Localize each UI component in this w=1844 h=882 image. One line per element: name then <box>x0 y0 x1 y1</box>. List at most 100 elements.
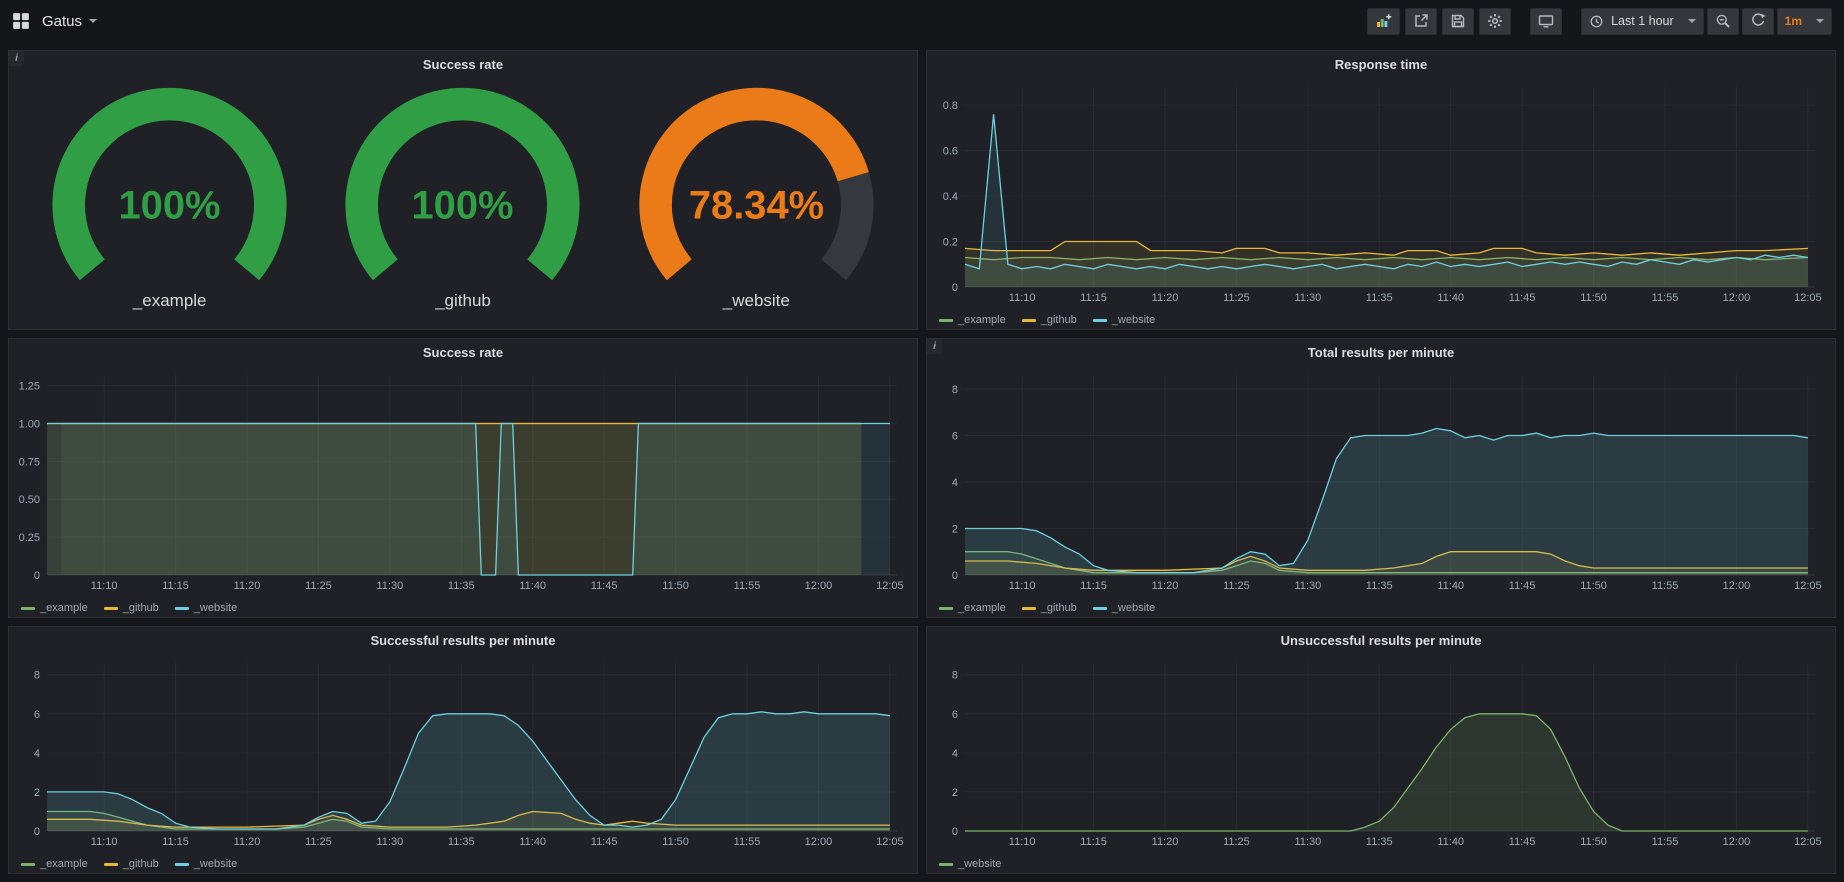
svg-text:0: 0 <box>952 570 958 582</box>
success-rate-gauges[interactable]: 100%_example100%_github78.34%_website <box>9 77 917 329</box>
series-line-_website <box>965 714 1808 831</box>
gauge-value: 78.34% <box>689 184 824 228</box>
success-rate-chart[interactable]: 11:1011:1511:2011:2511:3011:3511:4011:45… <box>9 365 917 600</box>
legend-item-_example[interactable]: _example <box>939 602 1006 614</box>
svg-text:11:25: 11:25 <box>305 836 332 848</box>
time-range-button[interactable]: Last 1 hour <box>1581 8 1704 35</box>
total-results-chart[interactable]: 11:1011:1511:2011:2511:3011:3511:4011:45… <box>927 365 1835 600</box>
legend-item-_github[interactable]: _github <box>1022 602 1077 614</box>
dashboard-title: Gatus <box>42 13 82 30</box>
legend-item-_github[interactable]: _github <box>104 602 159 614</box>
gauge-value: 100% <box>119 184 221 228</box>
legend-label: _example <box>958 314 1006 326</box>
legend-swatch <box>21 607 35 610</box>
panel-title[interactable]: Unsuccessful results per minute <box>927 627 1835 653</box>
legend-item-_example[interactable]: _example <box>939 314 1006 326</box>
dashboard-title-dropdown[interactable]: Gatus <box>42 13 97 30</box>
legend-item-_example[interactable]: _example <box>21 602 88 614</box>
share-icon <box>1413 13 1429 29</box>
panel-title[interactable]: Success rate <box>9 339 917 365</box>
svg-text:0.75: 0.75 <box>19 456 40 468</box>
svg-text:0.50: 0.50 <box>19 494 40 506</box>
svg-text:11:20: 11:20 <box>234 836 261 848</box>
save-icon <box>1450 13 1466 29</box>
panel-success-rate-gauges: i Success rate 100%_example100%_github78… <box>8 50 918 330</box>
tv-mode-button[interactable] <box>1530 8 1562 35</box>
settings-button[interactable] <box>1479 8 1511 35</box>
zoom-out-button[interactable] <box>1707 8 1739 35</box>
unsuccessful-results-chart[interactable]: 11:1011:1511:2011:2511:3011:3511:4011:45… <box>927 653 1835 856</box>
svg-text:11:35: 11:35 <box>1366 580 1393 592</box>
gauge-_example: 100%_example <box>23 79 316 311</box>
gauge-svg: 100% <box>33 79 306 289</box>
share-button[interactable] <box>1405 8 1437 35</box>
svg-text:11:45: 11:45 <box>1509 580 1536 592</box>
legend-item-_github[interactable]: _github <box>104 858 159 870</box>
legend-item-_website[interactable]: _website <box>175 858 237 870</box>
refresh-interval-button[interactable]: 1m <box>1777 8 1832 35</box>
panel-title[interactable]: Success rate <box>9 51 917 77</box>
svg-text:11:50: 11:50 <box>662 580 689 592</box>
svg-text:11:35: 11:35 <box>1366 292 1393 304</box>
time-range-label: Last 1 hour <box>1611 14 1674 28</box>
panel-title[interactable]: Total results per minute <box>927 339 1835 365</box>
svg-text:12:05: 12:05 <box>1794 292 1822 304</box>
svg-text:11:50: 11:50 <box>1580 580 1607 592</box>
svg-text:11:50: 11:50 <box>1580 292 1607 304</box>
svg-text:11:20: 11:20 <box>1152 292 1179 304</box>
svg-text:0: 0 <box>952 282 958 294</box>
legend-swatch <box>1093 319 1107 322</box>
svg-text:11:45: 11:45 <box>1509 836 1536 848</box>
svg-text:12:05: 12:05 <box>876 836 904 848</box>
svg-text:11:50: 11:50 <box>1580 836 1607 848</box>
svg-text:11:30: 11:30 <box>1294 292 1321 304</box>
legend-item-_website[interactable]: _website <box>1093 314 1155 326</box>
gauge-_website: 78.34%_website <box>610 79 903 311</box>
refresh-button[interactable] <box>1742 8 1774 35</box>
legend: _example _github _website <box>9 600 917 618</box>
legend: _example _github _website <box>927 312 1835 330</box>
panel-title[interactable]: Successful results per minute <box>9 627 917 653</box>
svg-text:11:10: 11:10 <box>91 580 118 592</box>
response-time-chart[interactable]: 11:1011:1511:2011:2511:3011:3511:4011:45… <box>927 77 1835 312</box>
legend-item-_website[interactable]: _website <box>1093 602 1155 614</box>
svg-text:11:25: 11:25 <box>1223 292 1250 304</box>
legend-label: _website <box>194 602 237 614</box>
info-icon[interactable]: i <box>927 339 942 354</box>
svg-text:6: 6 <box>34 709 40 721</box>
apps-grid-button[interactable] <box>12 12 30 30</box>
svg-text:11:10: 11:10 <box>1009 580 1036 592</box>
gauge-_github: 100%_github <box>316 79 609 311</box>
svg-text:0.8: 0.8 <box>943 100 958 112</box>
legend-item-_github[interactable]: _github <box>1022 314 1077 326</box>
legend-label: _example <box>40 602 88 614</box>
panel-title[interactable]: Response time <box>927 51 1835 77</box>
chevron-down-icon <box>1688 19 1696 23</box>
svg-text:2: 2 <box>34 787 40 799</box>
info-icon[interactable]: i <box>9 51 24 66</box>
total-results-svg: 11:1011:1511:2011:2511:3011:3511:4011:45… <box>927 365 1835 595</box>
legend-label: _website <box>194 858 237 870</box>
legend-item-_website[interactable]: _website <box>175 602 237 614</box>
legend-label: _website <box>1112 314 1155 326</box>
legend-item-_example[interactable]: _example <box>21 858 88 870</box>
refresh-interval-label: 1m <box>1785 14 1802 28</box>
save-button[interactable] <box>1442 8 1474 35</box>
legend-swatch <box>175 863 189 866</box>
svg-text:0: 0 <box>34 570 40 582</box>
svg-text:11:15: 11:15 <box>1080 580 1107 592</box>
add-panel-button[interactable] <box>1367 8 1400 35</box>
svg-text:11:40: 11:40 <box>1437 836 1464 848</box>
gauge-label: _github <box>435 291 491 311</box>
legend-item-_website[interactable]: _website <box>939 858 1001 870</box>
svg-text:11:45: 11:45 <box>591 580 618 592</box>
legend-swatch <box>939 607 953 610</box>
svg-text:12:00: 12:00 <box>805 836 833 848</box>
legend-swatch <box>104 863 118 866</box>
legend-swatch <box>939 319 953 322</box>
series-area-_website <box>47 712 890 831</box>
svg-text:11:45: 11:45 <box>591 836 618 848</box>
svg-text:11:30: 11:30 <box>1294 580 1321 592</box>
successful-results-chart[interactable]: 11:1011:1511:2011:2511:3011:3511:4011:45… <box>9 653 917 856</box>
svg-text:0.6: 0.6 <box>943 146 958 158</box>
